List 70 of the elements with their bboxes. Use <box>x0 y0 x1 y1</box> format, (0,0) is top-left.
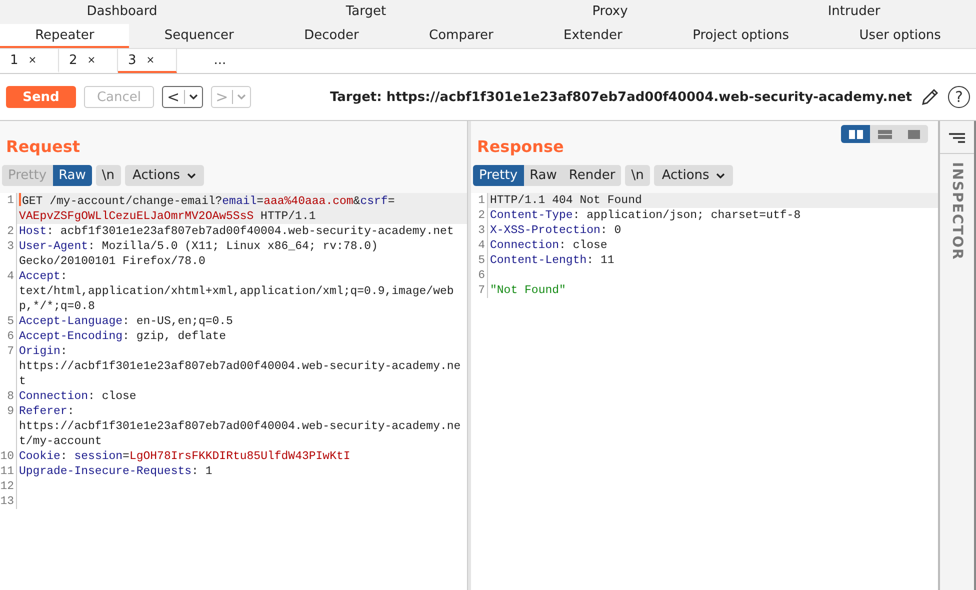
line-number: 9 <box>0 404 17 449</box>
tab[interactable]: Sequencer <box>129 24 269 48</box>
back-button[interactable]: < <box>162 86 203 108</box>
single-pane-icon <box>906 130 920 138</box>
line-number: 3 <box>471 223 488 238</box>
line-number: 6 <box>471 268 488 283</box>
tab[interactable]: Project options <box>657 24 824 48</box>
line-number: 13 <box>0 494 17 509</box>
line-number: 11 <box>0 464 17 479</box>
tab-label: 3 <box>128 52 136 68</box>
tab[interactable]: Target <box>244 0 488 24</box>
code-line: X-XSS-Protection: 0 <box>489 223 622 238</box>
code-line: Cookie: session=LgOH78IrsFKKDIRtu85UlfdW43PIwKtI <box>18 449 352 464</box>
line-number: 7 <box>471 283 488 298</box>
line-number: 3 <box>0 239 17 269</box>
columns-layout-icon <box>848 130 862 138</box>
code-line: "Not Found" <box>489 283 567 298</box>
line-number: 5 <box>471 253 488 268</box>
caret-icon <box>188 94 198 100</box>
actions-button[interactable]: Actions <box>124 165 204 186</box>
code-line: Upgrade-Insecure-Requests: 1 <box>18 464 214 479</box>
code-line: Content-Length: 11 <box>489 253 616 268</box>
caret-icon <box>237 94 246 100</box>
close-button[interactable]: × <box>87 54 96 66</box>
tab[interactable]: Proxy <box>488 0 732 24</box>
close-button[interactable]: × <box>146 54 155 66</box>
caret-icon <box>716 172 726 178</box>
panel-title: Response <box>477 137 564 156</box>
view-tab[interactable]: Pretty <box>473 165 524 186</box>
code-line: Connection: close <box>18 389 138 404</box>
pencil-icon[interactable] <box>920 87 940 107</box>
code-line: Content-Type: application/json; charset=utf-8 <box>489 208 802 223</box>
code-line: User-Agent: Mozilla/5.0 (X11; Linux x86_64; rv:78.0) Gecko/20100101 Firefox/78.0 <box>18 239 379 269</box>
tab[interactable]: Repeater <box>0 24 130 48</box>
request-tab[interactable]: 3 × <box>118 49 177 73</box>
line-number: 2 <box>471 208 488 223</box>
newline-toggle[interactable]: \n <box>96 165 121 186</box>
line-number: 5 <box>0 314 17 329</box>
tab-label: 2 <box>69 52 78 68</box>
line-number: 2 <box>0 224 17 239</box>
tab[interactable]: Intruder <box>732 0 976 24</box>
help-button[interactable]: ? <box>948 86 970 108</box>
tab[interactable]: Extender <box>528 24 658 48</box>
layout-button[interactable] <box>841 125 870 143</box>
code-line: Accept-Language: en-US,en;q=0.5 <box>18 314 234 329</box>
view-tab[interactable]: Raw <box>52 165 92 186</box>
tab[interactable]: Dashboard <box>0 0 244 24</box>
line-number: 4 <box>471 238 488 253</box>
menu-icon[interactable] <box>949 133 965 143</box>
code-line: Referer: https://acbf1f301e1e23af807eb7ad00f40004.web-security-academy.net/my-account <box>18 404 462 449</box>
tab[interactable]: User options <box>824 24 976 48</box>
line-number: 10 <box>0 449 17 464</box>
line-number: 12 <box>0 479 17 494</box>
line-number: 8 <box>0 389 17 404</box>
panel-title: Request <box>6 137 80 156</box>
code-line: Host: acbf1f301e1e23af807eb7ad00f40004.web-security-academy.net <box>18 224 455 239</box>
caret-icon <box>187 172 196 178</box>
code-line: Connection: close <box>489 238 608 253</box>
tab[interactable]: Decoder <box>268 24 394 48</box>
newline-toggle[interactable]: \n <box>625 165 650 186</box>
target-url: Target: https://acbf1f301e1e23af807eb7ad00f40004.web-security-academy.net <box>330 90 912 104</box>
tab[interactable]: Comparer <box>394 24 528 48</box>
line-number: 7 <box>0 344 17 389</box>
line-number: 4 <box>0 269 17 314</box>
code-line: Accept-Encoding: gzip, deflate <box>18 329 228 344</box>
rows-layout-icon <box>878 130 892 138</box>
tab-label: 1 <box>10 52 18 68</box>
close-button[interactable]: × <box>28 54 37 66</box>
actions-button[interactable]: Actions <box>654 165 734 186</box>
line-number: 6 <box>0 329 17 344</box>
